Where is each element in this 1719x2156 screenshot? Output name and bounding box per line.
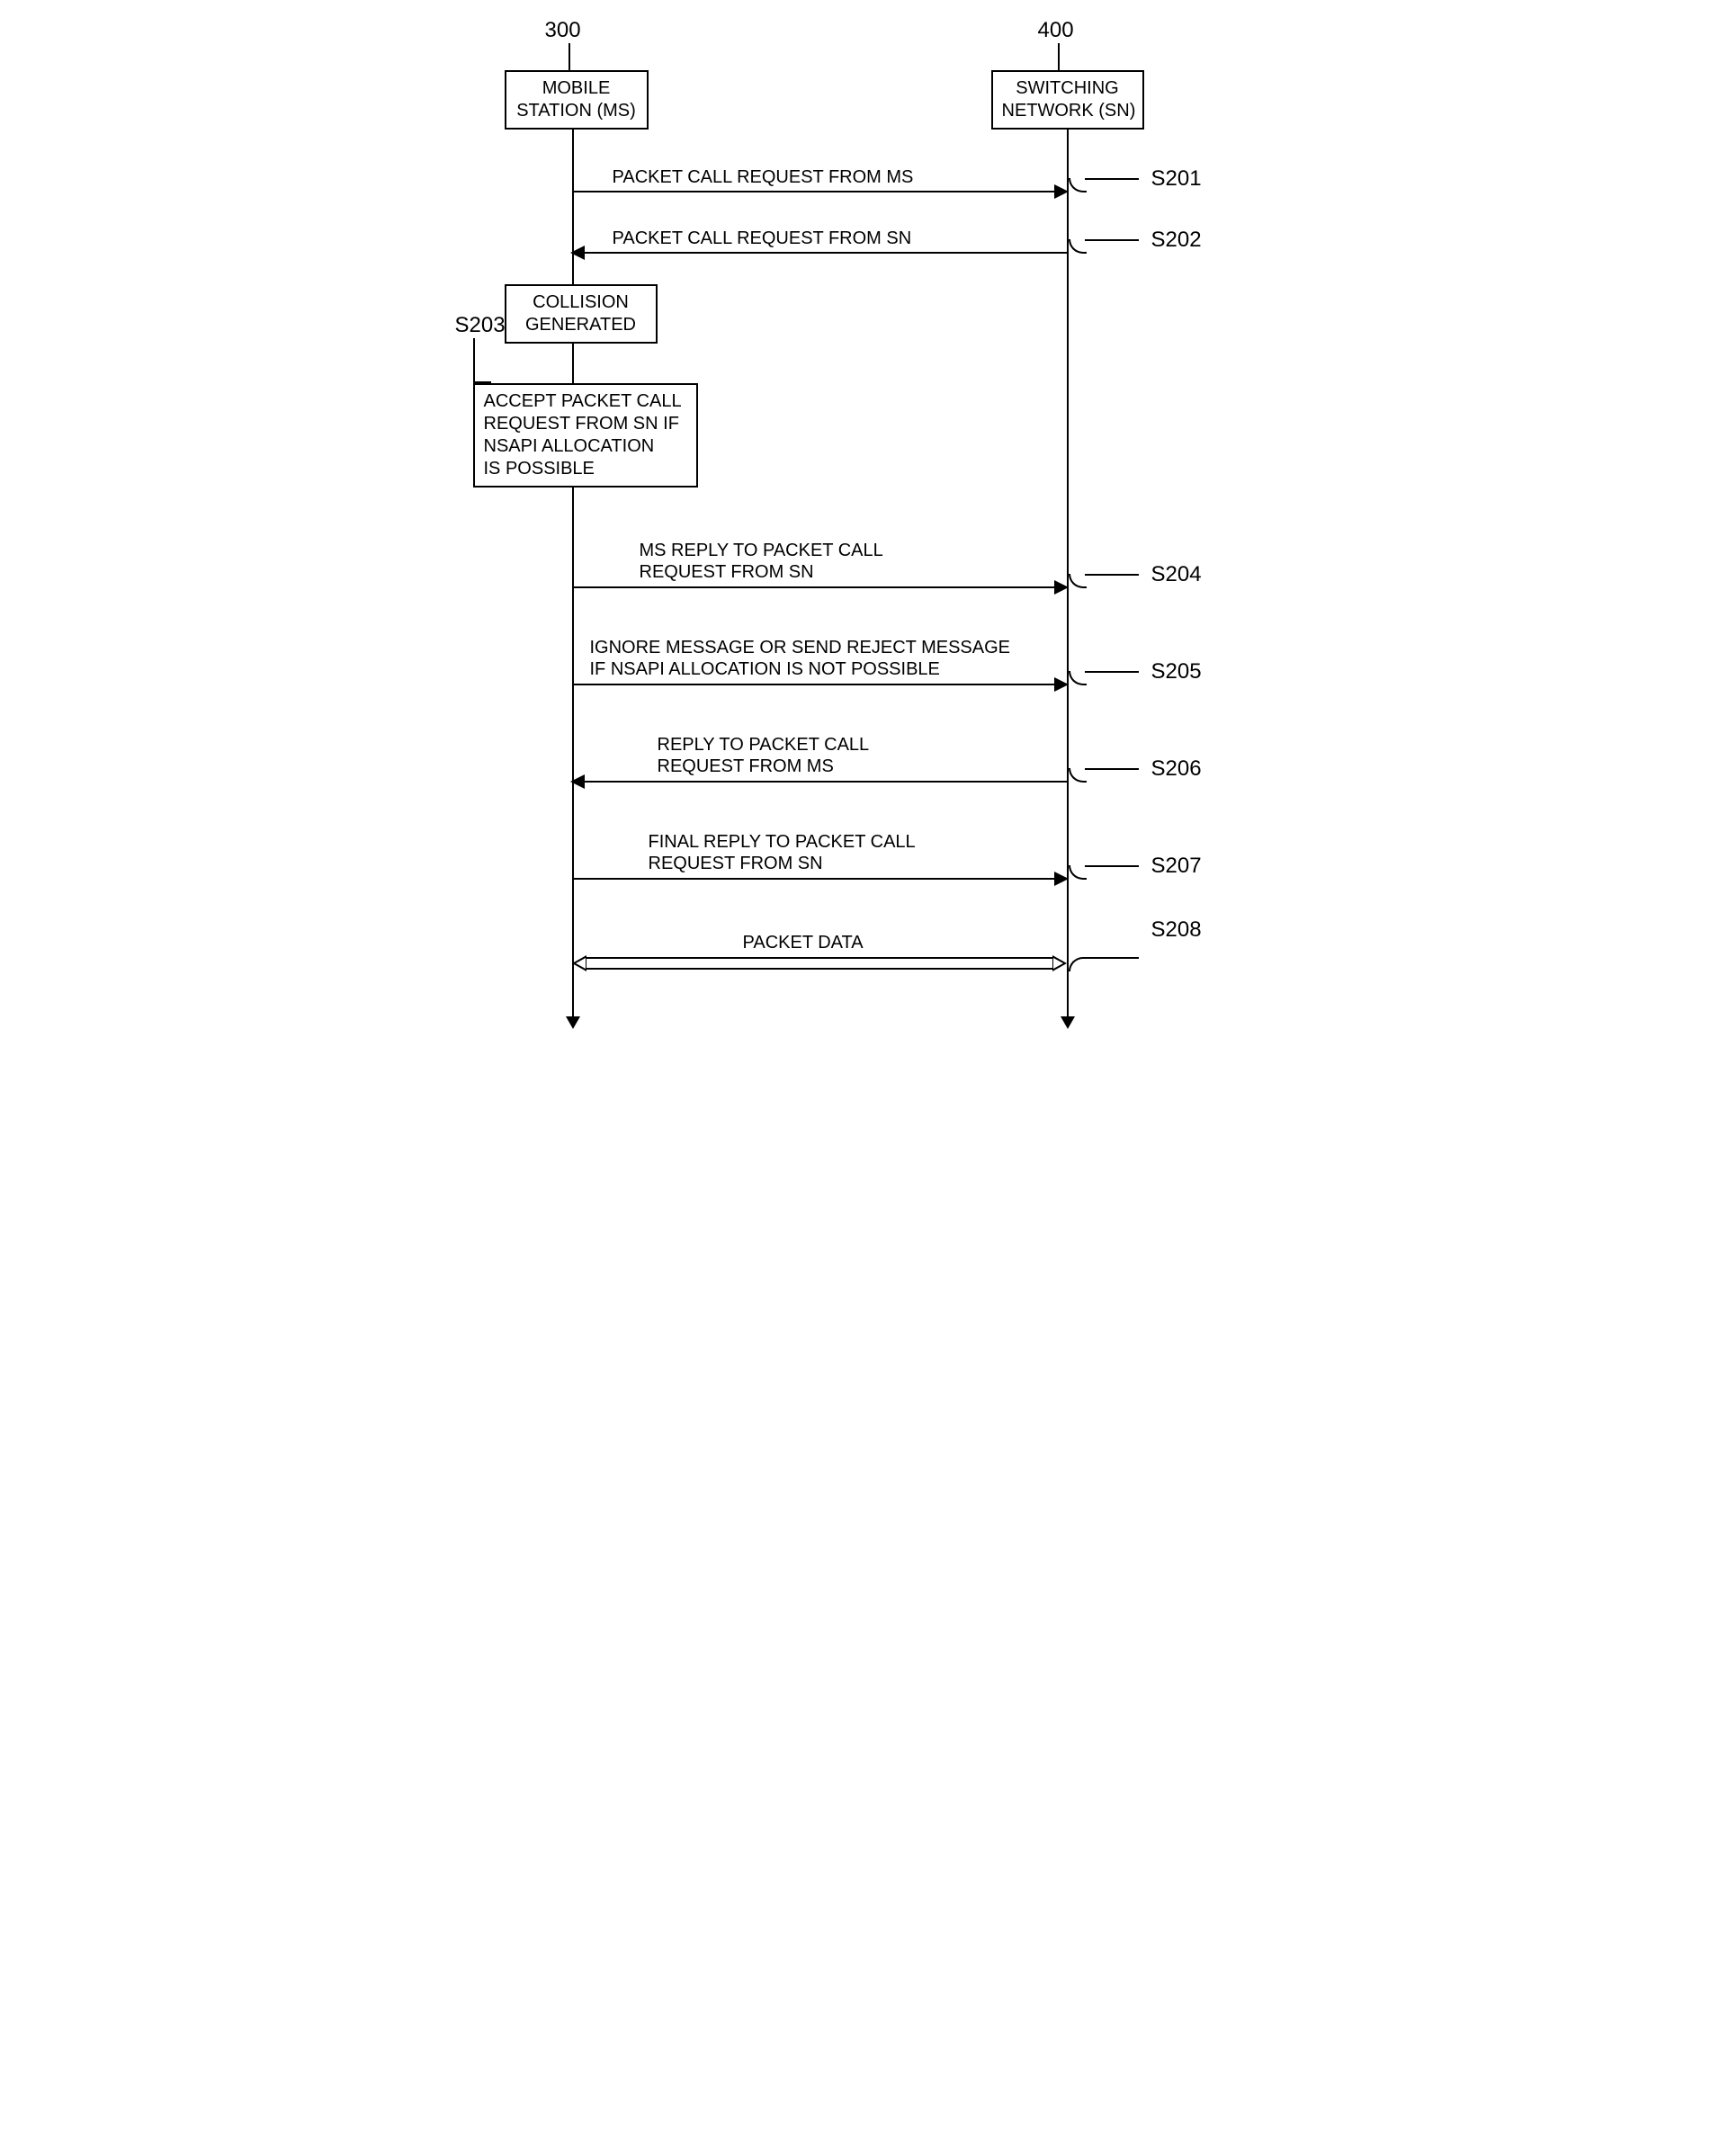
s205-label: S205 [1151, 659, 1202, 684]
msg-s204-label: MS REPLY TO PACKET CALL REQUEST FROM SN [640, 540, 883, 583]
s201-label: S201 [1151, 166, 1202, 192]
doublearrow-shaft [585, 957, 1054, 970]
msg-s204 [572, 586, 1067, 588]
s208-label: S208 [1151, 917, 1202, 943]
doublearrow-left-icon [572, 955, 586, 971]
s205-curve [1069, 671, 1087, 685]
sn-number-label: 400 [1038, 18, 1074, 43]
s206-curve [1069, 768, 1087, 783]
msg-s201-label: PACKET CALL REQUEST FROM MS [613, 166, 914, 188]
doublearrow-right-icon [1052, 955, 1067, 971]
s202-curve [1069, 239, 1087, 254]
s203-label: S203 [455, 313, 506, 338]
msg-s205-label: IGNORE MESSAGE OR SEND REJECT MESSAGE IF… [590, 637, 1011, 680]
ms-lifeline [572, 128, 574, 1018]
arrow-right-icon [1054, 184, 1069, 199]
s202-leader [1085, 239, 1139, 241]
s205-leader [1085, 671, 1139, 673]
sn-lifeline-arrow [1061, 1016, 1075, 1029]
s207-leader [1085, 865, 1139, 867]
collision-note: COLLISION GENERATED [505, 284, 658, 344]
ms-participant: MOBILE STATION (MS) [505, 70, 649, 130]
s206-leader [1085, 768, 1139, 770]
ms-lifeline-arrow [566, 1016, 580, 1029]
sn-participant: SWITCHING NETWORK (SN) [991, 70, 1144, 130]
s207-label: S207 [1151, 854, 1202, 879]
msg-s207 [572, 878, 1067, 880]
s208-curve [1069, 957, 1087, 971]
msg-s206-label: REPLY TO PACKET CALL REQUEST FROM MS [658, 734, 870, 777]
arrow-left-icon [570, 774, 585, 789]
s204-leader [1085, 574, 1139, 576]
s201-curve [1069, 178, 1087, 192]
s202-label: S202 [1151, 228, 1202, 253]
ms-number-leader [569, 43, 570, 70]
accept-note: ACCEPT PACKET CALL REQUEST FROM SN IF NS… [473, 383, 698, 488]
arrow-right-icon [1054, 872, 1069, 886]
ms-number-label: 300 [545, 18, 581, 43]
ms-participant-label: MOBILE STATION (MS) [516, 78, 636, 121]
s201-leader [1085, 178, 1139, 180]
accept-note-text: ACCEPT PACKET CALL REQUEST FROM SN IF NS… [484, 391, 682, 479]
msg-s202-label: PACKET CALL REQUEST FROM SN [613, 228, 912, 249]
s207-curve [1069, 865, 1087, 880]
msg-s206 [572, 781, 1067, 783]
msg-s207-label: FINAL REPLY TO PACKET CALL REQUEST FROM … [649, 831, 916, 874]
arrow-right-icon [1054, 677, 1069, 692]
arrow-left-icon [570, 246, 585, 260]
arrow-right-icon [1054, 580, 1069, 595]
msg-s208-label: PACKET DATA [743, 932, 864, 953]
s206-label: S206 [1151, 756, 1202, 782]
msg-s202 [572, 252, 1067, 254]
sn-participant-label: SWITCHING NETWORK (SN) [1002, 78, 1136, 121]
s204-curve [1069, 574, 1087, 588]
s204-label: S204 [1151, 562, 1202, 587]
s203-leader [473, 338, 491, 383]
sn-number-leader [1058, 43, 1060, 70]
collision-note-text: COLLISION GENERATED [525, 292, 636, 335]
s208-leader [1085, 957, 1139, 959]
sequence-diagram: 300 400 MOBILE STATION (MS) SWITCHING NE… [455, 18, 1265, 1034]
msg-s208 [572, 957, 1067, 970]
msg-s205 [572, 684, 1067, 685]
msg-s201 [572, 191, 1067, 192]
